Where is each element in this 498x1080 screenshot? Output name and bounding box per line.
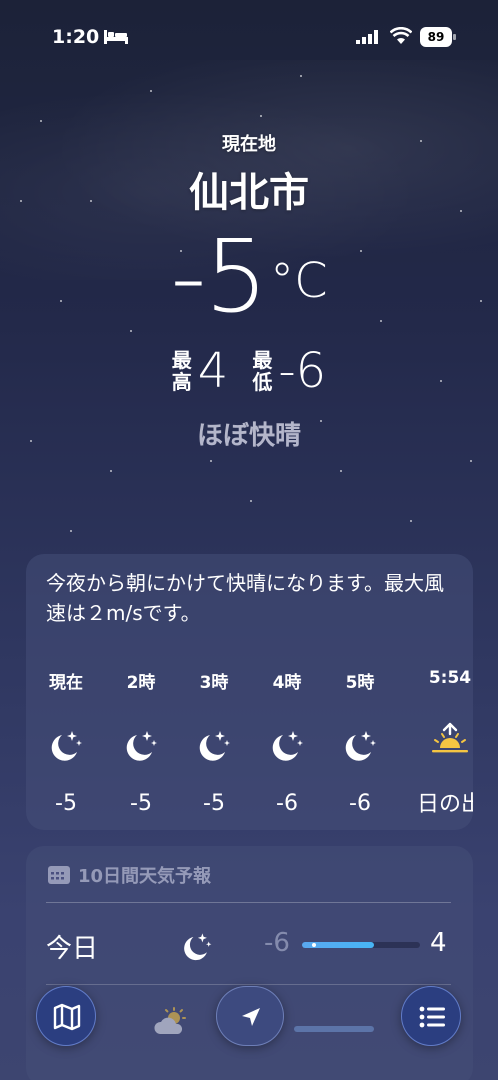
high-label-bottom: 高 (171, 370, 192, 394)
current-temp-dot (312, 943, 316, 947)
hour-item: 現在 -5 (26, 668, 106, 816)
hourly-forecast-card[interactable]: 今夜から朝にかけて快晴になります。最大風速は２m/sです。 現在 -5 2時 -… (26, 554, 473, 830)
day-high-temp: 4 (430, 928, 447, 958)
high-temperature: 4 (197, 343, 229, 399)
location-label: 現在地 (222, 134, 276, 155)
hour-item: 4時 -6 (247, 668, 327, 816)
day-low-temp: -6 (264, 928, 290, 958)
hour-item: 2時 -5 (101, 668, 181, 816)
hour-temp: -6 (349, 791, 371, 816)
hour-temp: 日の出 (416, 792, 473, 817)
low-label-bottom: 低 (252, 370, 273, 394)
hour-item: 3時 -5 (174, 668, 254, 816)
moon-stars-icon (345, 731, 376, 761)
current-temperature: -5°C (0, 218, 498, 335)
temp-range-bar (294, 1026, 374, 1032)
divider (46, 902, 451, 903)
moon-stars-icon (199, 731, 230, 761)
calendar-icon (48, 866, 70, 884)
status-bar: 1:20 89 (0, 22, 498, 52)
moon-stars-icon (51, 731, 82, 761)
divider (46, 984, 451, 985)
low-label-top: 最 (252, 348, 273, 372)
low-temperature: -6 (278, 343, 327, 399)
forecast-header: 10日間天気予報 (48, 862, 211, 888)
hour-item: 5時 -6 (320, 668, 400, 816)
temperature-unit: °C (270, 253, 328, 309)
forecast-row-today[interactable]: 今日 -6 4 (46, 924, 456, 968)
hour-label: 5時 (345, 673, 375, 693)
hour-label: 5:54 (428, 668, 472, 688)
location-arrow-icon (242, 1008, 260, 1026)
battery-tip (453, 34, 456, 40)
status-time: 1:20 (52, 26, 100, 48)
hour-label: 4時 (272, 673, 302, 693)
moon-stars-icon (272, 731, 303, 761)
map-icon (53, 1003, 81, 1031)
wifi-icon (390, 27, 412, 44)
hour-label: 3時 (199, 673, 229, 693)
temp-range-bar (302, 942, 420, 948)
current-location-button[interactable] (216, 986, 284, 1046)
hour-label: 2時 (126, 673, 156, 693)
bed-icon (104, 30, 128, 44)
cloud-sun-icon (154, 1007, 186, 1034)
hour-temp: -5 (203, 791, 225, 816)
battery-indicator: 89 (420, 27, 456, 47)
hour-temp: -5 (55, 791, 77, 816)
battery-level: 89 (420, 27, 452, 47)
high-low-row: 最 高 4 最 低 -6 (0, 343, 498, 407)
forecast-summary: 今夜から朝にかけて快晴になります。最大風速は２m/sです。 (46, 571, 444, 625)
moon-stars-icon (184, 933, 212, 961)
moon-stars-icon (126, 731, 157, 761)
hour-label: 現在 (49, 673, 83, 693)
hour-temp: -5 (130, 791, 152, 816)
map-button[interactable] (36, 986, 96, 1046)
list-button[interactable] (401, 986, 461, 1046)
high-label: 最 高 (172, 349, 192, 393)
low-label: 最 低 (252, 349, 272, 393)
signal-icon (356, 30, 378, 44)
sunrise-icon (432, 722, 468, 753)
weather-condition: ほぼ快晴 (196, 421, 301, 451)
list-icon (419, 1006, 445, 1028)
hour-temp: -6 (276, 791, 298, 816)
hour-item: 5:54 日の出 (410, 668, 473, 818)
day-name: 今日 (46, 934, 99, 964)
city-name: 仙北市 (189, 170, 309, 216)
temperature-value: -5 (170, 218, 268, 335)
high-label-top: 最 (171, 348, 192, 372)
forecast-header-label: 10日間天気予報 (78, 866, 212, 887)
